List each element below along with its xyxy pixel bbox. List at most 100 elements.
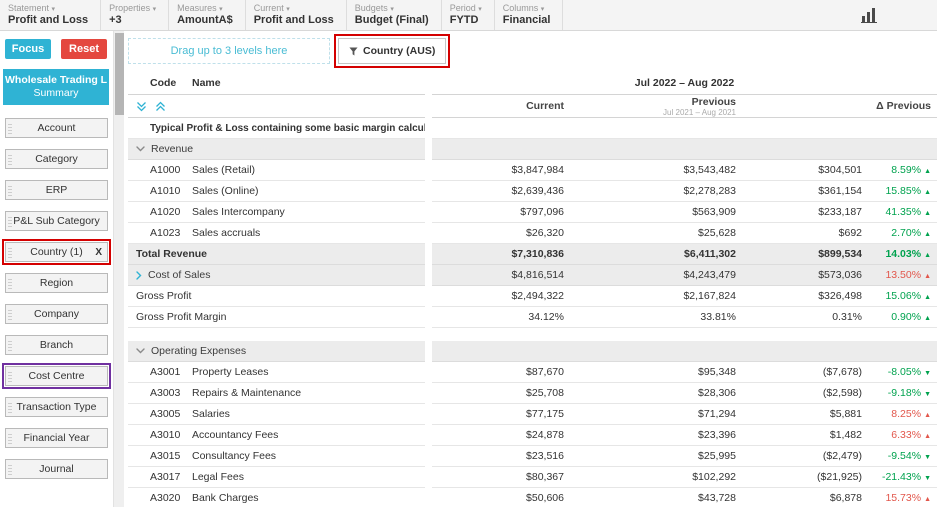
toolbar-item-period[interactable]: Period ▾FYTD xyxy=(442,0,495,30)
sidebar-item-erp[interactable]: ERP xyxy=(5,180,108,200)
delta-percent: 0.90%▲ xyxy=(870,311,937,323)
current-value: $77,175 xyxy=(432,408,572,420)
account-name: Sales (Online) xyxy=(192,185,259,197)
delta-percent: 14.03%▲ xyxy=(870,248,937,260)
delta-value: ($2,479) xyxy=(744,450,870,462)
level-chip-country[interactable]: Country (AUS) xyxy=(338,38,446,64)
level-dropzone[interactable]: Drag up to 3 levels here xyxy=(128,38,330,64)
expand-all-icon[interactable] xyxy=(136,101,147,112)
panel-gutter xyxy=(425,488,432,507)
toolbar-item-properties[interactable]: Properties ▾+3 xyxy=(101,0,169,30)
chevron-down-icon[interactable] xyxy=(136,146,145,152)
sidebar-actions: Focus Reset xyxy=(0,31,112,65)
collapse-all-icon[interactable] xyxy=(155,101,166,112)
table-row-a3003-repairs-maintenance[interactable]: A3003Repairs & Maintenance$25,708$28,306… xyxy=(128,383,937,404)
table-row-a3010-accountancy-fees[interactable]: A3010Accountancy Fees$24,878$23,396$1,48… xyxy=(128,425,937,446)
current-value: $797,096 xyxy=(432,206,572,218)
table-row-revenue[interactable]: Revenue xyxy=(128,139,937,160)
table-row-total-revenue[interactable]: Total Revenue$7,310,836$6,411,302$899,53… xyxy=(128,244,937,265)
table-row-a1000-sales-retail[interactable]: A1000Sales (Retail)$3,847,984$3,543,482$… xyxy=(128,160,937,181)
table-row-a3020-bank-charges[interactable]: A3020Bank Charges$50,606$43,728$6,87815.… xyxy=(128,488,937,507)
previous-value: $28,306 xyxy=(572,387,744,399)
current-value: $24,878 xyxy=(432,429,572,441)
row-name: Gross Profit Margin xyxy=(136,311,226,323)
remove-filter-button[interactable]: X xyxy=(95,247,102,258)
toolbar-item-current[interactable]: Current ▾Profit and Loss xyxy=(246,0,347,30)
drag-handle-icon xyxy=(8,154,12,166)
triangle-up-icon: ▲ xyxy=(924,496,931,503)
column-header-previous[interactable]: Previous xyxy=(692,96,736,108)
sidebar-item-company[interactable]: Company xyxy=(5,304,108,324)
triangle-up-icon: ▲ xyxy=(924,315,931,322)
account-code: A3005 xyxy=(150,408,192,420)
main-content: Drag up to 3 levels here Country (AUS) C… xyxy=(124,31,937,507)
toolbar-item-value: Profit and Loss xyxy=(254,14,334,26)
table-row-a3005-salaries[interactable]: A3005Salaries$77,175$71,294$5,8818.25%▲ xyxy=(128,404,937,425)
column-header-current[interactable]: Current xyxy=(432,100,572,112)
toolbar-item-measures[interactable]: Measures ▾AmountA$ xyxy=(169,0,246,30)
delta-value: $6,878 xyxy=(744,492,870,504)
account-code: A1010 xyxy=(150,185,192,197)
toolbar-item-label: Budgets ▾ xyxy=(355,3,429,13)
triangle-up-icon: ▲ xyxy=(924,294,931,301)
chevron-right-icon[interactable] xyxy=(136,271,142,280)
table-row-cost-of-sales[interactable]: Cost of Sales$4,816,514$4,243,479$573,03… xyxy=(128,265,937,286)
sidebar-item-p-l-sub-category[interactable]: P&L Sub Category xyxy=(5,211,108,231)
drag-handle-icon xyxy=(8,278,12,290)
toolbar-item-budgets[interactable]: Budgets ▾Budget (Final) xyxy=(347,0,442,30)
toolbar-item-columns[interactable]: Columns ▾Financial xyxy=(495,0,564,30)
sidebar-item-branch[interactable]: Branch xyxy=(5,335,108,355)
delta-percent: 8.25%▲ xyxy=(870,408,937,420)
current-selection[interactable]: Wholesale Trading L... Summary xyxy=(3,69,109,105)
toolbar-item-value: +3 xyxy=(109,14,156,26)
sidebar-item-account[interactable]: Account xyxy=(5,118,108,138)
statement-description-row: Typical Profit & Loss containing some ba… xyxy=(128,118,937,139)
table-row-a3001-property-leases[interactable]: A3001Property Leases$87,670$95,348($7,67… xyxy=(128,362,937,383)
table-row-a1010-sales-online[interactable]: A1010Sales (Online)$2,639,436$2,278,283$… xyxy=(128,181,937,202)
sidebar-item-label: Company xyxy=(34,308,79,320)
table-row-gross-profit-margin[interactable]: Gross Profit Margin34.12%33.81%0.31%0.90… xyxy=(128,307,937,328)
sidebar-item-category[interactable]: Category xyxy=(5,149,108,169)
toolbar-item-label: Statement ▾ xyxy=(8,3,88,13)
current-value: $3,847,984 xyxy=(432,164,572,176)
toolbar-item-statement[interactable]: Statement ▾Profit and Loss xyxy=(0,0,101,30)
chevron-down-icon[interactable] xyxy=(136,348,145,354)
delta-value: $304,501 xyxy=(744,164,870,176)
sidebar-item-journal[interactable]: Journal xyxy=(5,459,108,479)
bar-chart-icon xyxy=(861,7,879,23)
dropzone-text: Drag up to 3 levels here xyxy=(171,45,288,57)
focus-button[interactable]: Focus xyxy=(5,39,51,59)
sidebar-item-country-1[interactable]: Country (1)X xyxy=(5,242,108,262)
sidebar-item-label: Financial Year xyxy=(24,432,90,444)
table-row-operating-expenses[interactable]: Operating Expenses xyxy=(128,341,937,362)
column-header-name[interactable]: Name xyxy=(192,77,221,89)
column-header-row: Current Previous Jul 2021 – Aug 2021 Δ P… xyxy=(128,95,937,118)
current-value: $2,639,436 xyxy=(432,185,572,197)
panel-gutter xyxy=(425,341,432,362)
table-row-gross-profit[interactable]: Gross Profit$2,494,322$2,167,824$326,498… xyxy=(128,286,937,307)
column-header-code[interactable]: Code xyxy=(150,77,192,89)
scrollbar-thumb[interactable] xyxy=(115,33,124,115)
drag-handle-icon xyxy=(8,247,12,259)
table-row-a1020-sales-intercompany[interactable]: A1020Sales Intercompany$797,096$563,909$… xyxy=(128,202,937,223)
chart-view-button[interactable] xyxy=(861,0,937,30)
account-name: Legal Fees xyxy=(192,471,244,483)
previous-period-sublabel: Jul 2021 – Aug 2021 xyxy=(663,108,736,117)
sidebar-item-label: P&L Sub Category xyxy=(13,215,100,227)
toolbar-item-label: Measures ▾ xyxy=(177,3,233,13)
table-row-a3015-consultancy-fees[interactable]: A3015Consultancy Fees$23,516$25,995($2,4… xyxy=(128,446,937,467)
sidebar-item-financial-year[interactable]: Financial Year xyxy=(5,428,108,448)
sidebar-item-cost-centre[interactable]: Cost Centre xyxy=(5,366,108,386)
table-row-a1023-sales-accruals[interactable]: A1023Sales accruals$26,320$25,628$6922.7… xyxy=(128,223,937,244)
sidebar-item-region[interactable]: Region xyxy=(5,273,108,293)
account-name: Repairs & Maintenance xyxy=(192,387,301,399)
panel-gutter xyxy=(425,223,432,244)
section-name: Operating Expenses xyxy=(151,345,246,357)
column-header-delta-previous[interactable]: Δ Previous xyxy=(744,100,937,112)
delta-percent: 13.50%▲ xyxy=(870,269,937,281)
reset-button[interactable]: Reset xyxy=(61,39,107,59)
main-vertical-scrollbar[interactable] xyxy=(113,31,124,507)
sidebar-item-transaction-type[interactable]: Transaction Type xyxy=(5,397,108,417)
table-row-a3017-legal-fees[interactable]: A3017Legal Fees$80,367$102,292($21,925)-… xyxy=(128,467,937,488)
current-value: $2,494,322 xyxy=(432,290,572,302)
